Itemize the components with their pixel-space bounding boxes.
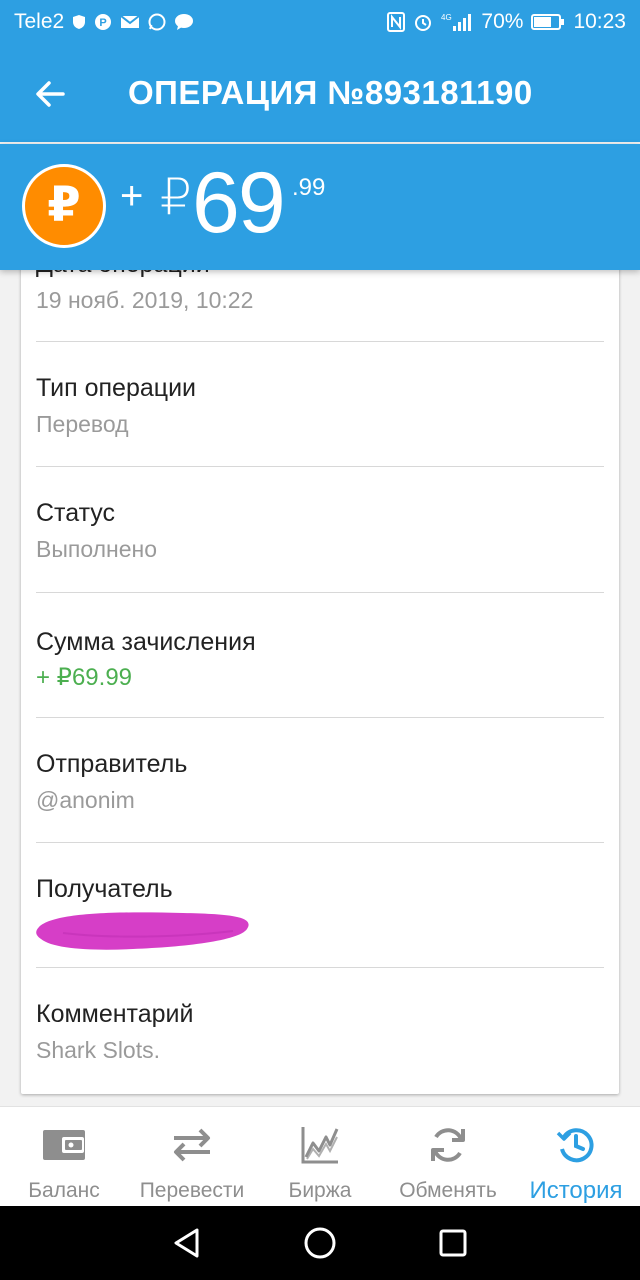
detail-value: + ₽69.99	[36, 664, 133, 691]
detail-row-comment: Комментарий Shark Slots.	[36, 1000, 604, 1064]
square-recents-icon	[439, 1229, 467, 1257]
detail-value: 19 нояб. 2019, 10:22	[36, 287, 254, 313]
system-recents-button[interactable]	[433, 1223, 473, 1263]
arrow-left-icon	[36, 81, 65, 107]
operation-details-card: Дата операции 19 нояб. 2019, 10:22 Тип о…	[21, 230, 619, 1094]
divider	[36, 341, 604, 342]
page-title: ОПЕРАЦИЯ №893181190	[128, 74, 533, 111]
coin-symbol: ₽	[47, 179, 81, 232]
system-back-button[interactable]	[167, 1223, 207, 1263]
amount-header: ₽ + ₽ 69 .99	[0, 144, 640, 270]
history-icon	[556, 1123, 596, 1167]
chart-icon	[300, 1123, 340, 1167]
nav-label: Обменять	[399, 1179, 497, 1202]
amount-sign: +	[120, 174, 144, 218]
app-bar: ОПЕРАЦИЯ №893181190	[0, 44, 640, 142]
detail-label: Тип операции	[36, 374, 197, 402]
detail-row-sender: Отправитель @anonim	[36, 750, 604, 814]
detail-row-status: Статус Выполнено	[36, 499, 604, 563]
status-bar: Tele2 P 4G 70% 10:23	[0, 0, 640, 44]
nav-label: Перевести	[139, 1179, 245, 1202]
divider	[36, 592, 604, 593]
detail-value: Перевод	[36, 411, 129, 437]
nav-balance[interactable]: Баланс	[0, 1107, 128, 1206]
transfer-icon	[170, 1123, 214, 1167]
nav-label: История	[529, 1177, 623, 1204]
network-type: 4G	[441, 13, 452, 22]
amount-decimal: .99	[292, 174, 326, 201]
system-home-button[interactable]	[300, 1223, 340, 1263]
system-navigation-bar	[0, 1206, 640, 1280]
triangle-back-icon	[174, 1228, 199, 1258]
nav-label: Баланс	[28, 1179, 100, 1202]
shield-icon	[72, 14, 86, 30]
chat-icon	[174, 13, 194, 31]
mail-icon	[120, 14, 140, 30]
carrier-name: Tele2	[14, 10, 65, 33]
detail-label: Отправитель	[36, 750, 188, 778]
detail-label: Получатель	[36, 875, 173, 903]
signal-icon: 4G	[441, 12, 473, 32]
nav-history[interactable]: История	[512, 1107, 640, 1206]
svg-text:P: P	[100, 17, 107, 29]
nav-exchange[interactable]: Обменять	[384, 1107, 512, 1206]
clock: 10:23	[573, 10, 626, 33]
app-notification-icon: P	[94, 13, 112, 31]
divider	[36, 717, 604, 718]
nav-transfer[interactable]: Перевести	[128, 1107, 256, 1206]
nfc-icon	[387, 12, 406, 32]
exchange-icon	[428, 1123, 468, 1167]
circle-home-icon	[304, 1227, 336, 1259]
detail-value: Shark Slots.	[36, 1037, 160, 1063]
redaction-scribble	[36, 912, 249, 950]
detail-label: Комментарий	[36, 1000, 194, 1028]
detail-row-type: Тип операции Перевод	[36, 374, 604, 438]
divider	[36, 466, 604, 467]
alarm-icon	[413, 12, 433, 32]
amount-integer: 69	[192, 155, 286, 251]
nav-label: Биржа	[288, 1179, 352, 1202]
detail-value: @anonim	[36, 787, 135, 813]
bottom-navigation: Баланс Перевести Биржа Обменять История	[0, 1106, 640, 1206]
back-button[interactable]	[30, 74, 70, 114]
nav-exchange-market[interactable]: Биржа	[256, 1107, 384, 1206]
battery-icon	[531, 13, 565, 31]
battery-percent: 70%	[481, 10, 524, 33]
divider	[36, 967, 604, 968]
wallet-icon	[42, 1123, 86, 1167]
detail-value: Выполнено	[36, 536, 158, 562]
whatsapp-icon	[148, 13, 166, 31]
amount-currency: ₽	[160, 169, 192, 225]
detail-row-credited-amount: Сумма зачисления + ₽69.99	[36, 628, 604, 692]
detail-label: Сумма зачисления	[36, 628, 256, 656]
detail-label: Статус	[36, 499, 116, 527]
ruble-coin-icon: ₽	[22, 164, 106, 248]
divider	[36, 842, 604, 843]
